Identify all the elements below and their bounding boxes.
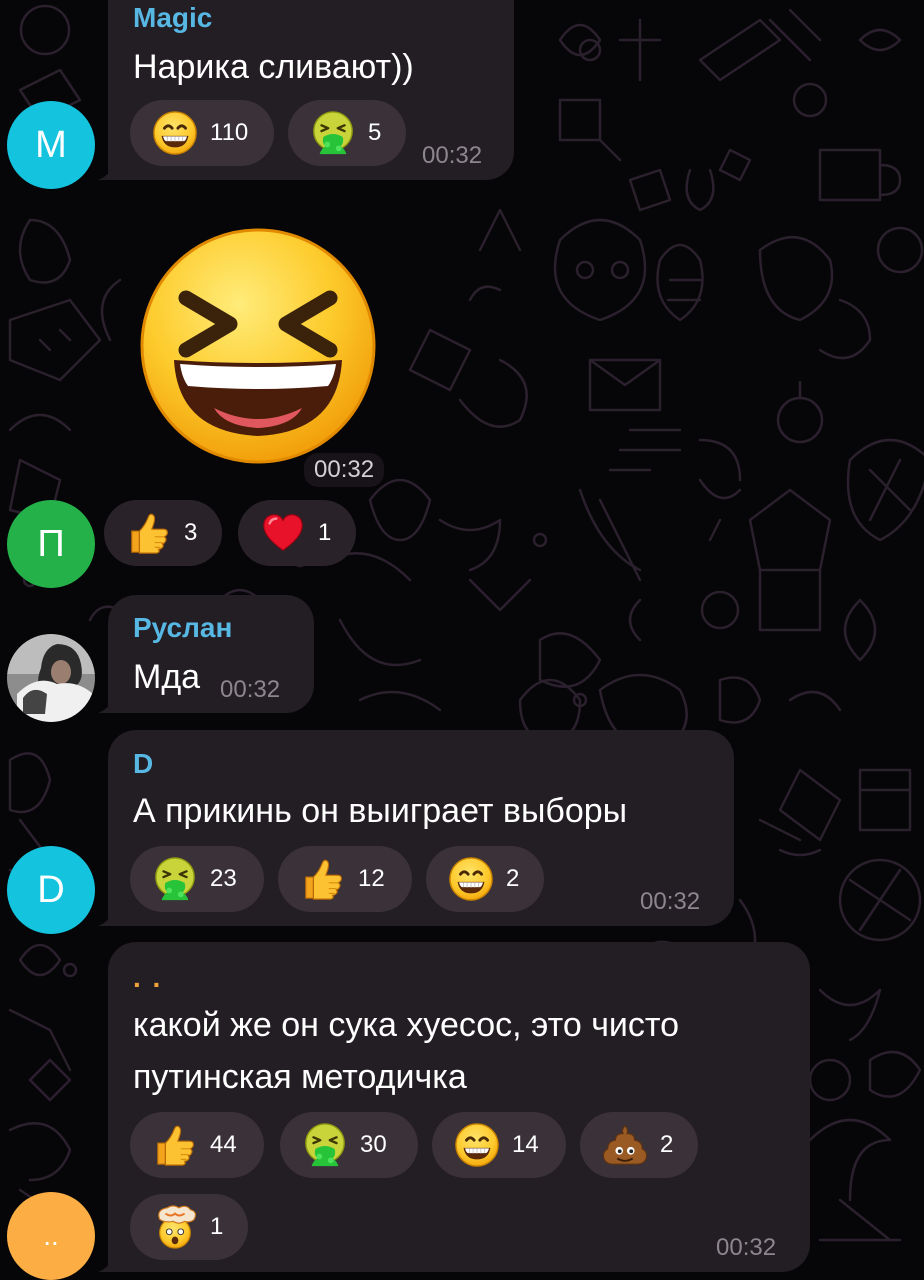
bubble-tail xyxy=(98,904,120,926)
reaction-grinning-face[interactable]: 2 xyxy=(426,846,544,912)
sender-name[interactable]: Руслан xyxy=(133,612,232,644)
reaction-count: 14 xyxy=(512,1131,539,1158)
reaction-count: 30 xyxy=(360,1131,387,1158)
reaction-count: 44 xyxy=(210,1131,237,1158)
vomiting-face-icon xyxy=(302,1122,348,1168)
reaction-thumbs-up[interactable]: 3 xyxy=(104,500,222,566)
exploding-head-icon xyxy=(152,1204,198,1250)
reaction-count: 12 xyxy=(358,865,385,892)
bubble-tail xyxy=(98,158,120,180)
bubble-tail xyxy=(98,691,120,713)
avatar[interactable]: П xyxy=(7,500,95,588)
reaction-vomiting-face[interactable]: 23 xyxy=(130,846,264,912)
message-timestamp: 00:32 xyxy=(220,676,281,703)
reaction-thumbs-up[interactable]: 12 xyxy=(278,846,412,912)
reaction-grinning-face[interactable]: 14 xyxy=(432,1112,566,1178)
laughing-squinting-face-sticker[interactable] xyxy=(138,226,378,466)
avatar-initial: .. xyxy=(43,1220,59,1251)
avatar-initial: M xyxy=(35,123,67,166)
avatar[interactable]: D xyxy=(7,846,95,934)
vomiting-face-icon xyxy=(310,110,356,156)
message-text-line-1: какой же он сука хуесос, это чисто xyxy=(133,1006,680,1044)
message-timestamp: 00:32 xyxy=(422,142,483,169)
pile-of-poo-icon xyxy=(602,1122,648,1168)
reaction-pile-of-poo[interactable]: 2 xyxy=(580,1112,698,1178)
reaction-count: 5 xyxy=(368,119,382,146)
thumbs-up-icon xyxy=(300,856,346,902)
message-text: Нарика сливают)) xyxy=(133,48,414,86)
grinning-face-icon xyxy=(448,856,494,902)
bubble-tail xyxy=(98,1250,120,1272)
avatar-initial: D xyxy=(37,868,65,911)
grinning-face-icon xyxy=(454,1122,500,1168)
avatar-initial: П xyxy=(37,522,65,565)
reaction-count: 2 xyxy=(506,865,520,892)
reaction-exploding-head[interactable]: 1 xyxy=(130,1194,248,1260)
avatar-photo[interactable] xyxy=(7,634,95,722)
message-timestamp: 00:32 xyxy=(640,888,701,915)
avatar[interactable]: .. xyxy=(7,1192,95,1280)
reaction-count: 1 xyxy=(318,519,332,546)
message-text: А прикинь он выиграет выборы xyxy=(133,792,628,830)
sender-name[interactable]: Magic xyxy=(133,2,212,34)
avatar[interactable]: M xyxy=(7,101,95,189)
message-text: Мда xyxy=(133,658,201,696)
reaction-count: 3 xyxy=(184,519,198,546)
reaction-count: 110 xyxy=(210,119,249,146)
thumbs-up-icon xyxy=(126,510,172,556)
reaction-grinning-face[interactable]: 110 xyxy=(130,100,274,166)
thumbs-up-icon xyxy=(152,1122,198,1168)
reaction-red-heart[interactable]: 1 xyxy=(238,500,356,566)
message-timestamp: 00:32 xyxy=(304,453,385,487)
reaction-thumbs-up[interactable]: 44 xyxy=(130,1112,264,1178)
reaction-count: 2 xyxy=(660,1131,674,1158)
reaction-count: 23 xyxy=(210,865,237,892)
reaction-count: 1 xyxy=(210,1213,224,1240)
grinning-face-icon xyxy=(152,110,198,156)
red-heart-icon xyxy=(260,510,306,556)
sender-name[interactable]: . . xyxy=(133,962,162,994)
message-text-line-2: путинская методичка xyxy=(133,1058,467,1096)
reaction-vomiting-face[interactable]: 5 xyxy=(288,100,406,166)
vomiting-face-icon xyxy=(152,856,198,902)
message-timestamp: 00:32 xyxy=(716,1234,777,1261)
sender-name[interactable]: D xyxy=(133,748,153,780)
reaction-vomiting-face[interactable]: 30 xyxy=(280,1112,418,1178)
